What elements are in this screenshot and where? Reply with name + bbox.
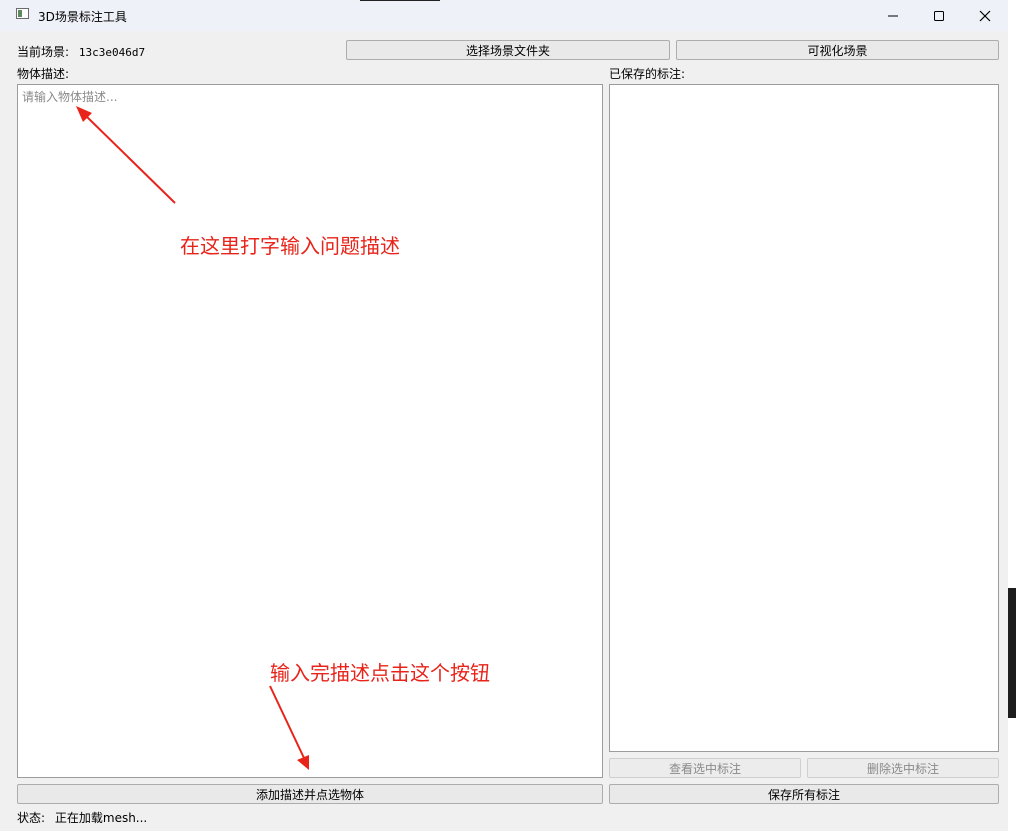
annotation-note-top: 在这里打字输入问题描述 [180,234,400,258]
arrow-to-textarea [76,106,176,204]
annotation-arrows [76,106,309,770]
annotation-note-bottom: 输入完描述点击这个按钮 [270,661,490,685]
arrow-to-add-button [269,685,309,770]
